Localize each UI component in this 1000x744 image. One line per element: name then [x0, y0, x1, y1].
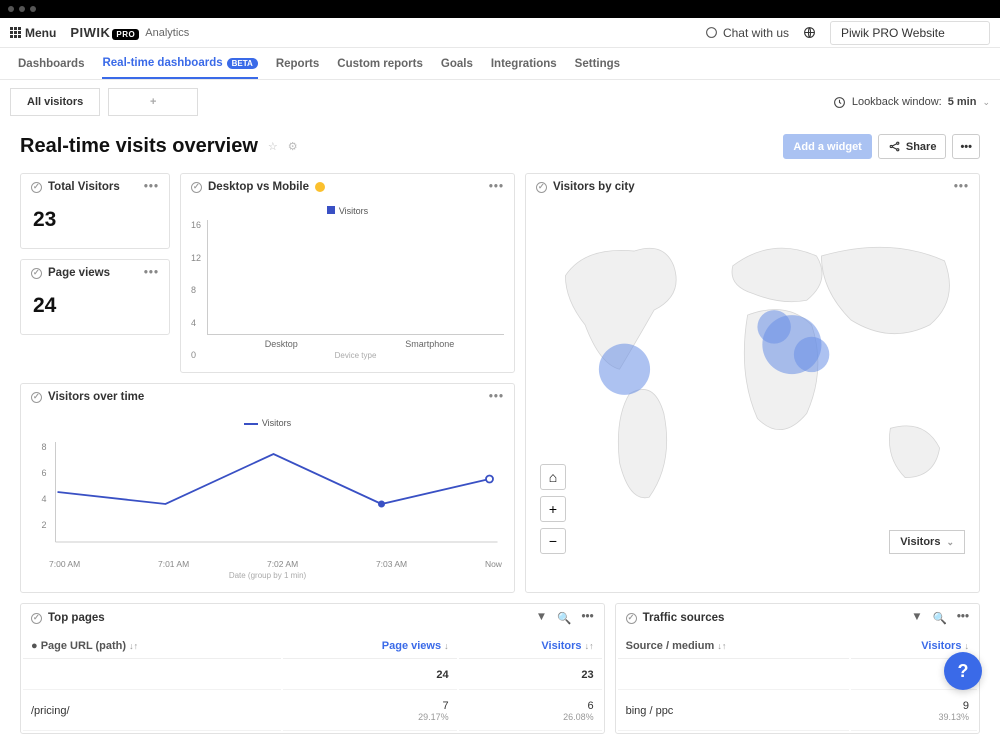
- chart-legend: Visitors: [191, 206, 504, 216]
- logo: PIWIKPRO: [70, 25, 139, 40]
- widget-visitors-by-city: Visitors by city••• ⌂ + −: [525, 173, 980, 593]
- traffic-sources-table: Source / medium ↓↑ Visitors ↓ 23 bing / …: [616, 632, 979, 733]
- menu-button[interactable]: Menu: [10, 26, 56, 40]
- city-bubble[interactable]: [794, 337, 829, 372]
- more-actions-button[interactable]: •••: [952, 134, 980, 159]
- svg-text:2: 2: [42, 520, 47, 530]
- logo-subtitle: Analytics: [145, 27, 189, 39]
- lookback-selector[interactable]: Lookback window: 5 min ⌄: [833, 96, 990, 109]
- x-axis-title: Date (group by 1 min): [33, 571, 502, 580]
- site-selector[interactable]: Piwik PRO Website: [830, 21, 990, 45]
- total-visitors-value: 23: [21, 200, 169, 248]
- window-titlebar: [0, 0, 1000, 18]
- widget-desktop-mobile: Desktop vs Mobile••• Visitors 1612840 De…: [180, 173, 515, 373]
- chat-button[interactable]: Chat with us: [705, 26, 789, 40]
- widget-traffic-sources: Traffic sources ▼ 🔍 ••• Source / medium …: [615, 603, 980, 734]
- check-icon: [191, 182, 202, 193]
- nav-integrations[interactable]: Integrations: [491, 50, 557, 78]
- x-axis-labels: 7:00 AM7:01 AM7:02 AM7:03 AMNow: [33, 559, 502, 569]
- globe-icon[interactable]: [803, 26, 816, 39]
- x-axis-title: Device type: [207, 351, 504, 360]
- traffic-light-min[interactable]: [19, 6, 25, 12]
- widget-page-views: Page views••• 24: [20, 259, 170, 335]
- svg-text:4: 4: [42, 494, 47, 504]
- traffic-light-max[interactable]: [30, 6, 36, 12]
- main-content: Real-time visits overview ☆ ⚙ Add a widg…: [0, 124, 1000, 744]
- map-zoom-out-button[interactable]: −: [540, 528, 566, 554]
- widget-menu[interactable]: •••: [954, 181, 969, 193]
- settings-gear-icon[interactable]: ⚙: [288, 140, 298, 153]
- col-source[interactable]: Source / medium ↓↑: [618, 634, 849, 659]
- filter-icon[interactable]: ▼: [911, 611, 922, 625]
- clock-icon: [833, 96, 846, 109]
- y-axis-ticks: 1612840: [191, 220, 201, 360]
- page-title: Real-time visits overview: [20, 135, 258, 158]
- share-button[interactable]: Share: [878, 134, 947, 159]
- navbar: Dashboards Real-time dashboardsBETA Repo…: [0, 48, 1000, 80]
- check-icon: [536, 182, 547, 193]
- search-icon[interactable]: 🔍: [557, 611, 571, 625]
- menu-label: Menu: [25, 26, 56, 40]
- bar-chart: [207, 220, 504, 335]
- map-home-button[interactable]: ⌂: [540, 464, 566, 490]
- share-icon: [888, 140, 901, 153]
- filter-icon[interactable]: ▼: [536, 611, 547, 625]
- check-icon: [31, 613, 42, 624]
- widget-total-visitors: Total Visitors••• 23: [20, 173, 170, 249]
- tab-add[interactable]: +: [108, 88, 198, 116]
- help-button[interactable]: ?: [944, 652, 982, 690]
- menu-grid-icon: [10, 27, 21, 38]
- alert-dot-icon: [315, 182, 325, 192]
- topbar: Menu PIWIKPRO Analytics Chat with us Piw…: [0, 18, 1000, 48]
- nav-realtime[interactable]: Real-time dashboardsBETA: [102, 49, 257, 79]
- check-icon: [31, 392, 42, 403]
- widget-menu[interactable]: •••: [582, 611, 594, 625]
- chevron-down-icon: ⌄: [982, 97, 990, 108]
- table-row-totals: 23: [618, 661, 977, 690]
- chart-legend: Visitors: [33, 418, 502, 428]
- map-zoom-in-button[interactable]: +: [540, 496, 566, 522]
- page-views-value: 24: [21, 286, 169, 334]
- col-visitors[interactable]: Visitors ↓↑: [459, 634, 602, 659]
- city-bubble[interactable]: [599, 344, 650, 395]
- widget-menu[interactable]: •••: [957, 611, 969, 625]
- nav-dashboards[interactable]: Dashboards: [18, 50, 84, 78]
- x-axis-labels: DesktopSmartphone: [207, 339, 504, 349]
- widget-visitors-over-time: Visitors over time••• Visitors 8642 7:00…: [20, 383, 515, 593]
- widget-menu[interactable]: •••: [144, 267, 159, 279]
- tab-all-visitors[interactable]: All visitors: [10, 88, 100, 116]
- col-page-views[interactable]: Page views ↓: [283, 634, 457, 659]
- search-icon[interactable]: 🔍: [933, 611, 947, 625]
- widget-top-pages: Top pages ▼ 🔍 ••• ● Page URL (path) ↓↑ P…: [20, 603, 605, 734]
- svg-text:6: 6: [42, 468, 47, 478]
- favorite-icon[interactable]: ☆: [268, 140, 278, 153]
- widget-menu[interactable]: •••: [489, 181, 504, 193]
- check-icon: [31, 268, 42, 279]
- svg-text:8: 8: [42, 442, 47, 452]
- traffic-light-close[interactable]: [8, 6, 14, 12]
- top-pages-table: ● Page URL (path) ↓↑ Page views ↓ Visito…: [21, 632, 604, 733]
- check-icon: [31, 182, 42, 193]
- check-icon: [626, 613, 637, 624]
- nav-goals[interactable]: Goals: [441, 50, 473, 78]
- subbar: All visitors + Lookback window: 5 min ⌄: [0, 80, 1000, 124]
- world-map[interactable]: ⌂ + − Visitors ⌄: [526, 200, 979, 568]
- nav-reports[interactable]: Reports: [276, 50, 319, 78]
- add-widget-button[interactable]: Add a widget: [783, 134, 871, 159]
- chat-icon: [705, 26, 718, 39]
- map-metric-selector[interactable]: Visitors ⌄: [889, 530, 965, 554]
- nav-custom-reports[interactable]: Custom reports: [337, 50, 423, 78]
- widget-menu[interactable]: •••: [144, 181, 159, 193]
- col-page-url[interactable]: ● Page URL (path) ↓↑: [23, 634, 281, 659]
- line-chart: 8 6 4 2: [33, 432, 502, 552]
- table-row-totals: 24 23: [23, 661, 602, 690]
- widget-menu[interactable]: •••: [489, 391, 504, 403]
- nav-settings[interactable]: Settings: [575, 50, 620, 78]
